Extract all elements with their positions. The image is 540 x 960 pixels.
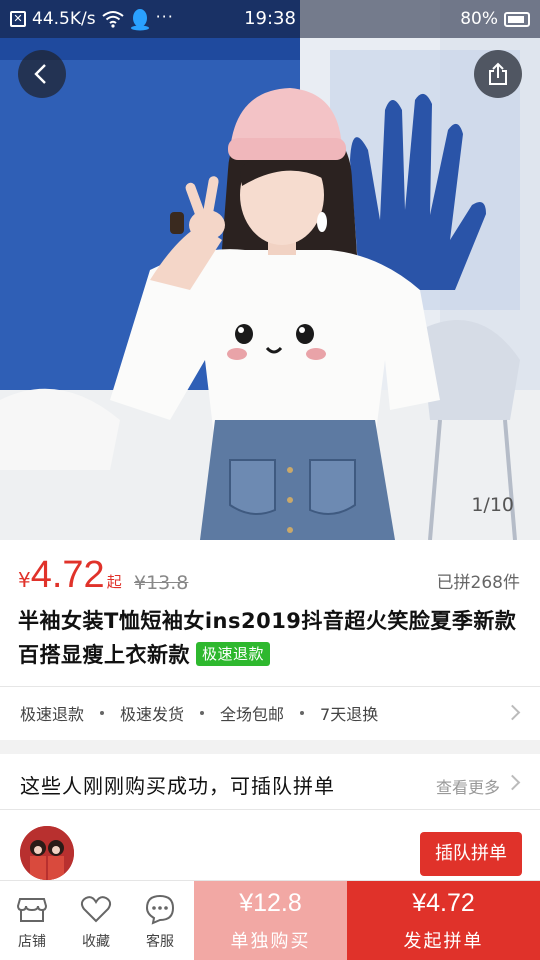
price-row: ¥ 4.72 起 ¥13.8 已拼268件 bbox=[0, 548, 540, 606]
battery-percent: 80% bbox=[460, 9, 498, 29]
clock: 19:38 bbox=[244, 8, 296, 29]
service-fast-shipping: 极速发货 bbox=[120, 705, 185, 724]
service-fast-refund: 极速退款 bbox=[20, 705, 85, 724]
battery-icon bbox=[504, 11, 530, 27]
currency-symbol: ¥ bbox=[18, 568, 31, 592]
group-queue-title: 这些人刚刚购买成功，可插队拼单 bbox=[20, 774, 335, 798]
sold-count: 已拼268件 bbox=[436, 573, 520, 593]
start-group-label: 发起拼单 bbox=[403, 931, 484, 952]
buy-alone-button[interactable]: ¥12.8 单独购买 bbox=[194, 881, 347, 960]
jump-queue-button[interactable]: 插队拼单 bbox=[420, 832, 522, 876]
start-group-button[interactable]: ¥4.72 发起拼单 bbox=[347, 881, 540, 960]
back-button[interactable] bbox=[18, 50, 66, 98]
share-icon bbox=[489, 62, 507, 85]
separator-dot bbox=[300, 711, 305, 715]
price-value: 4.72 bbox=[30, 554, 105, 596]
divider bbox=[0, 686, 540, 687]
service-guarantees[interactable]: 极速退款 极速发货 全场包邮 7天退换 bbox=[0, 688, 540, 738]
store-icon bbox=[16, 898, 48, 922]
heart-icon bbox=[80, 896, 112, 923]
share-button[interactable] bbox=[474, 50, 522, 98]
back-arrow-icon bbox=[34, 64, 46, 84]
original-price: ¥13.8 bbox=[134, 572, 189, 594]
price-suffix: 起 bbox=[106, 573, 122, 591]
fast-refund-badge: 极速退款 bbox=[196, 642, 271, 666]
product-title: 半袖女装T恤短袖女ins2019抖音超火笑脸夏季新款百搭显瘦上衣新款 极速退款 bbox=[18, 604, 523, 672]
customer-service-button[interactable]: 客服 bbox=[128, 881, 192, 960]
view-more-link[interactable]: 查看更多 bbox=[436, 774, 500, 798]
separator-dot bbox=[100, 711, 105, 715]
avatar bbox=[20, 826, 74, 880]
customer-service-label: 客服 bbox=[146, 934, 174, 950]
product-image[interactable]: 1/10 bbox=[0, 0, 540, 540]
image-page-indicator: 1/10 bbox=[471, 494, 514, 516]
store-button[interactable]: 店铺 bbox=[0, 881, 64, 960]
store-label: 店铺 bbox=[18, 934, 46, 950]
service-7day-return: 7天退换 bbox=[320, 705, 379, 724]
bottom-action-bar: 店铺 收藏 客服 ¥12.8 单独购买 ¥4.72 发起拼单 bbox=[0, 880, 540, 960]
service-free-shipping: 全场包邮 bbox=[220, 705, 285, 724]
start-group-price: ¥4.72 bbox=[412, 889, 475, 917]
favorite-button[interactable]: 收藏 bbox=[64, 881, 128, 960]
chevron-right-icon bbox=[504, 704, 521, 721]
chevron-right-icon[interactable] bbox=[504, 774, 521, 791]
group-queue-item: 插队拼单 bbox=[0, 810, 540, 880]
chat-bubble-icon bbox=[145, 894, 175, 925]
favorite-label: 收藏 bbox=[82, 934, 110, 950]
group-queue-header: 这些人刚刚购买成功，可插队拼单 查看更多 bbox=[0, 754, 540, 810]
buy-alone-label: 单独购买 bbox=[230, 931, 311, 952]
separator-dot bbox=[200, 711, 205, 715]
group-price: ¥ 4.72 起 bbox=[18, 554, 122, 597]
status-bar: ✕ 44.5K/s ··· 19:38 80% bbox=[0, 0, 540, 38]
buy-alone-price: ¥12.8 bbox=[239, 889, 302, 917]
section-gap bbox=[0, 740, 540, 754]
